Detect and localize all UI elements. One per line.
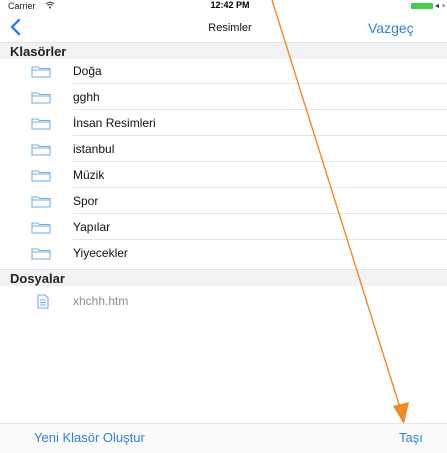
folder-label: Müzik bbox=[73, 168, 105, 182]
chevron-left-icon[interactable] bbox=[9, 18, 21, 36]
folder-label: istanbul bbox=[73, 142, 115, 156]
folder-icon bbox=[31, 118, 51, 130]
navigation-bar: Resimler Vazgeç bbox=[0, 14, 447, 42]
file-label: xhchh.htm bbox=[73, 294, 129, 308]
cancel-button[interactable]: Vazgeç bbox=[368, 20, 414, 36]
folder-label: gghh bbox=[73, 90, 100, 104]
folder-row-doga[interactable]: Doğa bbox=[0, 59, 447, 84]
folder-row-yapilar[interactable]: Yapılar bbox=[0, 215, 447, 240]
folder-icon bbox=[31, 196, 51, 208]
folder-icon bbox=[31, 92, 51, 104]
files-section-header: Dosyalar bbox=[0, 269, 447, 286]
folder-row-yiyecekler[interactable]: Yiyecekler bbox=[0, 241, 447, 266]
folder-row-muzik[interactable]: Müzik bbox=[0, 163, 447, 188]
folder-label: Spor bbox=[73, 194, 99, 208]
svg-text:*: * bbox=[442, 3, 446, 10]
wifi-icon bbox=[45, 1, 55, 9]
move-button[interactable]: Taşı bbox=[399, 430, 423, 445]
row-divider bbox=[73, 239, 447, 240]
new-folder-button[interactable]: Yeni Klasör Oluştur bbox=[34, 430, 145, 445]
folder-label: İnsan Resimleri bbox=[73, 116, 156, 130]
folder-row-insan-resimleri[interactable]: İnsan Resimleri bbox=[0, 111, 447, 136]
row-divider bbox=[73, 187, 447, 188]
folder-icon bbox=[31, 248, 51, 260]
folder-icon bbox=[31, 144, 51, 156]
document-icon bbox=[37, 294, 49, 309]
status-bar: Carrier 12:42 PM * bbox=[0, 0, 447, 12]
row-divider bbox=[73, 109, 447, 110]
row-divider bbox=[73, 161, 447, 162]
row-divider bbox=[73, 83, 447, 84]
folder-row-spor[interactable]: Spor bbox=[0, 189, 447, 214]
folder-label: Yapılar bbox=[73, 220, 111, 234]
battery-icon: * bbox=[411, 3, 446, 10]
row-divider bbox=[73, 135, 447, 136]
status-time: 12:42 PM bbox=[210, 0, 250, 10]
files-section-title: Dosyalar bbox=[10, 271, 65, 286]
folder-row-gghh[interactable]: gghh bbox=[0, 85, 447, 110]
folders-section-header: Klasörler bbox=[0, 42, 447, 59]
bottom-toolbar: Yeni Klasör Oluştur Taşı bbox=[0, 423, 447, 453]
page-title: Resimler bbox=[208, 22, 252, 34]
folders-section-title: Klasörler bbox=[10, 44, 67, 59]
folder-icon bbox=[31, 170, 51, 182]
folder-label: Yiyecekler bbox=[73, 246, 128, 260]
folder-icon bbox=[31, 66, 51, 78]
file-row-xhchh[interactable]: xhchh.htm bbox=[0, 289, 447, 314]
folder-row-istanbul[interactable]: istanbul bbox=[0, 137, 447, 162]
folder-label: Doğa bbox=[73, 64, 102, 78]
folder-icon bbox=[31, 222, 51, 234]
carrier-label: Carrier bbox=[8, 1, 36, 11]
row-divider bbox=[73, 213, 447, 214]
